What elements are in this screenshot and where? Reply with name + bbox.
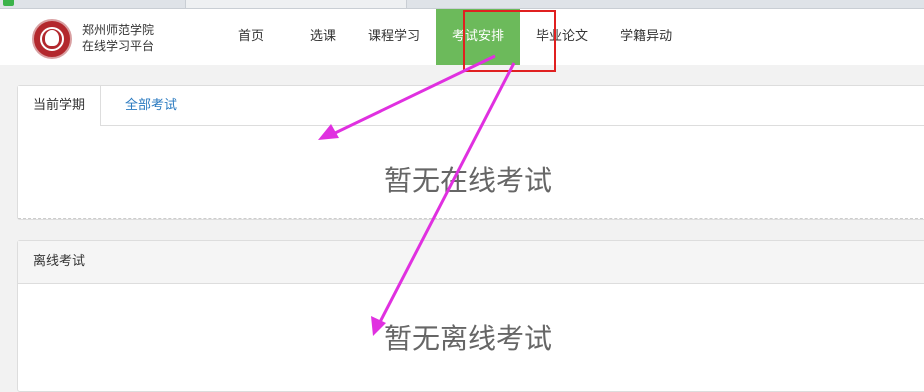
site-header: 郑州师范学院 在线学习平台 首页 选课 课程学习 考试安排 毕业论文 学籍异动 xyxy=(0,9,924,65)
nav-item-status-change[interactable]: 学籍异动 xyxy=(604,9,688,65)
online-exam-empty-message: 暂无在线考试 xyxy=(383,164,552,197)
nav-item-course-study[interactable]: 课程学习 xyxy=(352,9,436,65)
tab-current-semester[interactable]: 当前学期 xyxy=(18,86,102,126)
school-logo-icon xyxy=(32,19,72,59)
panel-divider xyxy=(18,218,924,219)
tab-all-exams[interactable]: 全部考试 xyxy=(110,86,192,126)
nav-item-home[interactable]: 首页 xyxy=(208,9,294,65)
online-exam-panel: 当前学期 全部考试 暂无在线考试 xyxy=(17,85,924,220)
browser-tab-icon xyxy=(3,0,14,6)
highlight-box xyxy=(463,10,556,72)
main-nav: 首页 选课 课程学习 考试安排 毕业论文 学籍异动 xyxy=(208,9,688,65)
platform-name: 在线学习平台 xyxy=(82,39,155,53)
browser-tab-2[interactable] xyxy=(185,0,407,8)
offline-exam-empty-message: 暂无离线考试 xyxy=(383,322,552,355)
offline-exam-panel: 离线考试 暂无离线考试 xyxy=(17,240,924,392)
school-name: 郑州师范学院 xyxy=(82,23,155,37)
browser-tab-strip xyxy=(0,0,924,9)
browser-tab-title[interactable] xyxy=(18,0,128,8)
offline-exam-title: 离线考试 xyxy=(18,241,924,284)
exam-tabs: 当前学期 全部考试 xyxy=(18,86,924,126)
site-title: 郑州师范学院 在线学习平台 xyxy=(82,22,154,54)
nav-item-course-selection[interactable]: 选课 xyxy=(294,9,352,65)
